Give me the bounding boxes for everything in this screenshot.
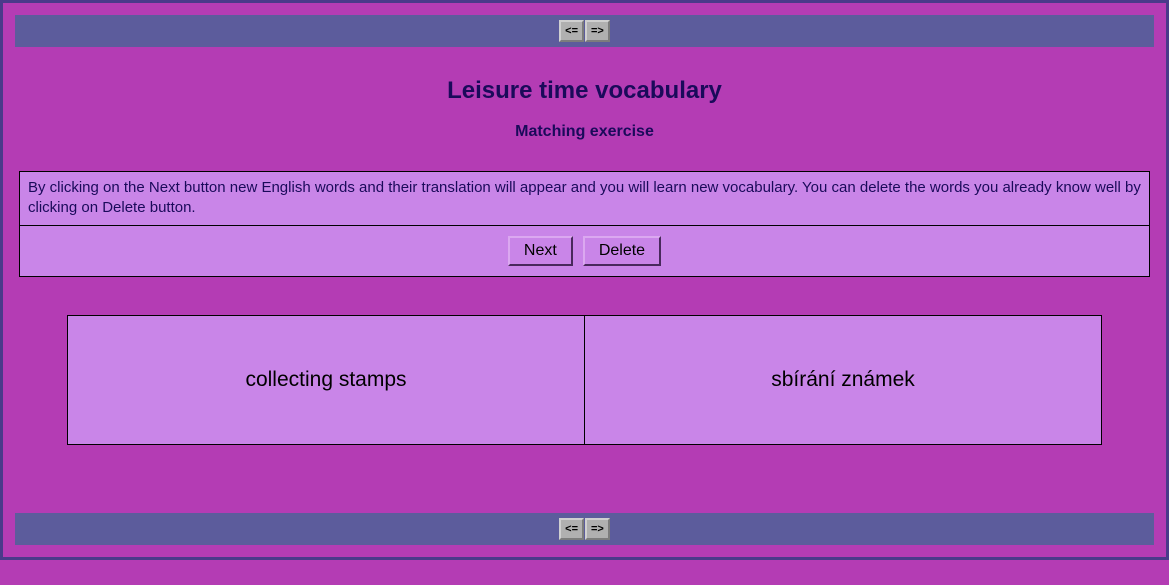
bottom-navbar: <= => (15, 513, 1154, 545)
delete-button[interactable]: Delete (583, 236, 661, 266)
nav-prev-button[interactable]: <= (559, 20, 584, 42)
translation-word: sbírání známek (771, 368, 915, 392)
nav-next-button[interactable]: => (585, 20, 610, 42)
top-navbar: <= => (15, 15, 1154, 47)
next-button[interactable]: Next (508, 236, 573, 266)
vocabulary-cards: collecting stamps sbírání známek (67, 315, 1102, 445)
top-nav-buttons: <= => (559, 20, 610, 42)
instructions-panel: By clicking on the Next button new Engli… (19, 171, 1150, 226)
english-card: collecting stamps (67, 315, 584, 445)
nav-prev-button-bottom[interactable]: <= (559, 518, 584, 540)
translation-card: sbírání známek (584, 315, 1102, 445)
nav-next-button-bottom[interactable]: => (585, 518, 610, 540)
bottom-nav-buttons: <= => (559, 518, 610, 540)
english-word: collecting stamps (245, 368, 406, 392)
page-title: Leisure time vocabulary (7, 77, 1162, 105)
instructions-text: By clicking on the Next button new Engli… (28, 179, 1141, 216)
controls-panel: Next Delete (19, 226, 1150, 277)
page-subtitle: Matching exercise (7, 123, 1162, 141)
